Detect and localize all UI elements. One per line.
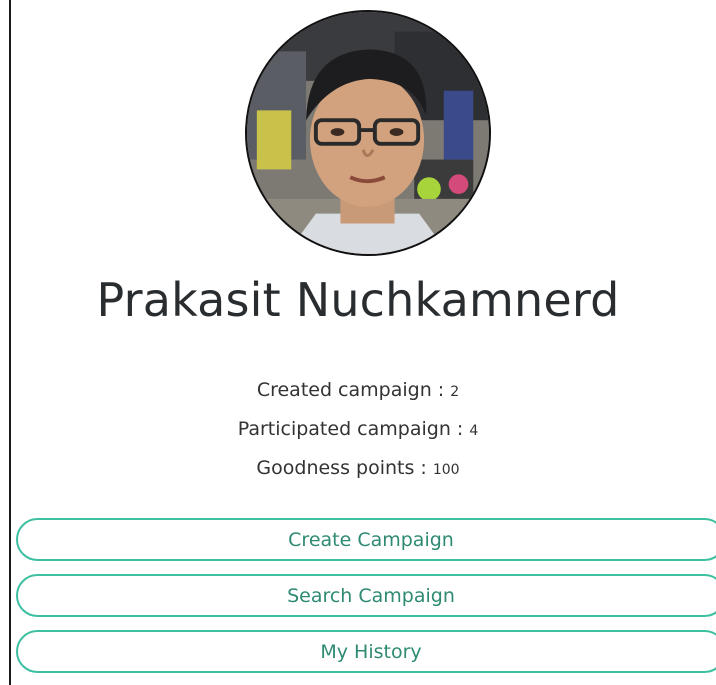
stat-goodness-points: Goodness points : 100 <box>0 450 716 489</box>
create-campaign-button[interactable]: Create Campaign <box>16 518 716 561</box>
stat-label: Goodness points : <box>256 457 433 479</box>
stat-value: 100 <box>432 462 460 478</box>
search-campaign-button[interactable]: Search Campaign <box>16 574 716 617</box>
profile-name: Prakasit Nuchkamnerd <box>96 273 620 327</box>
stat-value: 2 <box>450 384 460 400</box>
profile-avatar <box>245 10 491 256</box>
stat-participated-campaign: Participated campaign : 4 <box>0 411 716 450</box>
stat-value: 4 <box>469 423 479 439</box>
profile-stats: Created campaign : 2 Participated campai… <box>0 372 716 489</box>
stat-label: Created campaign : <box>256 379 451 401</box>
stat-label: Participated campaign : <box>237 418 470 440</box>
stat-created-campaign: Created campaign : 2 <box>0 372 716 411</box>
my-history-button[interactable]: My History <box>16 630 716 673</box>
user-photo-icon <box>247 12 489 254</box>
